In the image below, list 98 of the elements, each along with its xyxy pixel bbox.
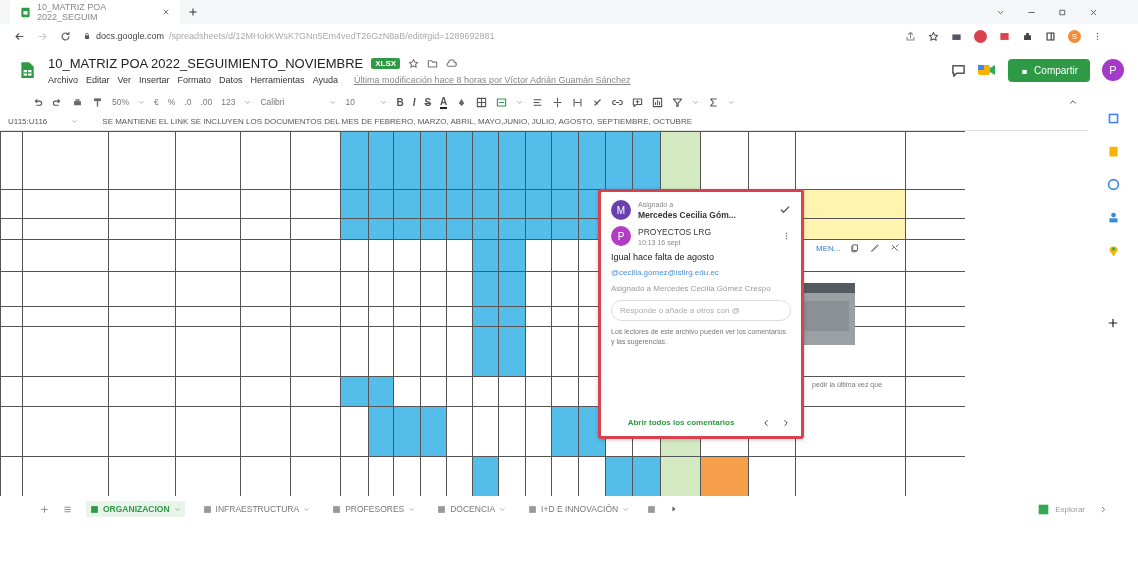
- borders-icon[interactable]: [476, 96, 488, 108]
- menu-item[interactable]: Editar: [86, 74, 110, 85]
- assignment-note: Asignado a Mercedes Cecilia Gómez Crespo: [611, 283, 772, 295]
- wrap-icon[interactable]: [572, 96, 584, 108]
- meet-icon[interactable]: [978, 63, 997, 77]
- address-field[interactable]: docs.google.com /spreadsheets/d/12MHokKWsK7GNn5Em4vedT26GzN8aB/edit#gid=1289692881: [83, 31, 893, 41]
- share-icon[interactable]: [905, 30, 916, 42]
- cell-reference[interactable]: U115:U116: [8, 116, 48, 126]
- share-button[interactable]: Compartir: [1008, 58, 1090, 82]
- sheet-tab[interactable]: ORGANIZACION: [86, 501, 185, 517]
- italic-button[interactable]: I: [412, 96, 416, 108]
- sheet-tab[interactable]: INFRAESTRUCTURA: [198, 501, 315, 517]
- folder-icon[interactable]: [427, 57, 439, 69]
- comment-text: Igual hace falta de agosto: [611, 252, 716, 262]
- menu-item[interactable]: Formato: [177, 74, 212, 85]
- close-icon[interactable]: [162, 8, 170, 16]
- sidebar-icon[interactable]: [1045, 30, 1056, 42]
- sheet-tab[interactable]: I+D E INNOVACIÓN: [524, 501, 634, 517]
- browser-tab[interactable]: 10_MATRIZ POA 2022_SEGUIM: [10, 0, 180, 26]
- link-chip[interactable]: MEN...: [816, 243, 841, 253]
- chart-icon[interactable]: [652, 96, 664, 108]
- sheet-icon[interactable]: [647, 504, 657, 514]
- sheet-icon[interactable]: [90, 504, 99, 514]
- copy-icon[interactable]: [850, 243, 861, 253]
- undo-icon[interactable]: [32, 96, 43, 108]
- author-name: PROYECTOS LRG: [638, 226, 713, 237]
- redo-icon[interactable]: [52, 96, 63, 108]
- align-icon[interactable]: [532, 96, 544, 108]
- strikethrough-button[interactable]: S: [424, 96, 432, 108]
- filter-icon[interactable]: [672, 96, 684, 108]
- sheet-icon[interactable]: [202, 504, 212, 514]
- check-icon[interactable]: [779, 204, 791, 216]
- sheets-icon[interactable]: [20, 6, 31, 18]
- rotate-icon[interactable]: [592, 96, 604, 108]
- sum-icon[interactable]: [708, 96, 720, 108]
- sheet-icon[interactable]: [332, 504, 342, 514]
- vertical-align-icon[interactable]: [552, 96, 564, 108]
- reply-field[interactable]: Responde o añade a otros con @: [611, 300, 791, 322]
- assignee-avatar: M: [611, 200, 631, 220]
- close-icon[interactable]: [1089, 7, 1098, 17]
- cloud-icon[interactable]: [446, 57, 458, 69]
- sheet-icon[interactable]: [437, 504, 447, 514]
- maximize-icon[interactable]: [1058, 7, 1067, 17]
- next-icon[interactable]: [781, 417, 791, 428]
- currency-button[interactable]: €: [154, 97, 159, 107]
- author-avatar: P: [611, 226, 631, 246]
- tasks-icon[interactable]: [1106, 178, 1120, 191]
- zoom-select[interactable]: 50%: [112, 97, 129, 107]
- explore-button[interactable]: Explorar: [1038, 503, 1085, 515]
- account-avatar[interactable]: P: [1102, 59, 1124, 81]
- number-format-select[interactable]: 123: [221, 97, 236, 107]
- sheet-icon[interactable]: [528, 504, 538, 514]
- comment-icon[interactable]: [632, 96, 644, 108]
- open-all-comments-link[interactable]: Abrir todos los comentarios: [611, 417, 751, 428]
- font-size-select[interactable]: 10: [345, 97, 372, 107]
- previous-icon[interactable]: [761, 417, 771, 428]
- formula-content[interactable]: SE MANTIENE EL LINK SE INCLUYEN LOS DOCUMENTOS DEL MES DE FEBRERO, MARZO, ABRIL, MAYO,JUNIO, JULIO, AGOSTO, SEPTIEMBRE, OCTUBRE: [102, 116, 693, 126]
- document-title[interactable]: 10_MATRIZ POA 2022_SEGUIMIENTO_NOVIEMBRE: [48, 55, 364, 71]
- menu-item[interactable]: Archivo: [48, 74, 78, 85]
- add-sheet-icon[interactable]: [40, 504, 49, 514]
- text-color-button[interactable]: A: [440, 95, 448, 109]
- menu-item[interactable]: Herramientas: [250, 74, 305, 85]
- sheet-tab[interactable]: DOCENCIA: [433, 501, 511, 517]
- mention-link[interactable]: @cecilia.gomez@istlrg.edu.ec: [611, 268, 791, 277]
- percent-button[interactable]: %: [167, 97, 176, 107]
- increase-decimals-button[interactable]: .00: [200, 97, 213, 107]
- star-icon[interactable]: [408, 57, 420, 69]
- assignee-name: Mercedes Cecilia Góm...: [638, 209, 737, 220]
- unlink-icon[interactable]: [890, 243, 901, 253]
- paint-format-icon[interactable]: [92, 96, 103, 108]
- sheet-list-icon[interactable]: [63, 504, 72, 514]
- menu-item[interactable]: Datos: [219, 74, 243, 85]
- merge-cells-icon[interactable]: [496, 96, 508, 108]
- star-icon[interactable]: [928, 30, 939, 42]
- comment-history-icon[interactable]: [951, 62, 967, 78]
- font-select[interactable]: Calibri: [260, 97, 321, 107]
- plus-icon[interactable]: [188, 7, 198, 17]
- last-edit-link[interactable]: Última modificación hace 8 horas por Víctor Adrián Guamán Sánchez: [354, 74, 631, 85]
- collapse-icon[interactable]: [1068, 97, 1078, 107]
- calendar-icon[interactable]: [1106, 112, 1120, 125]
- file-type-badge: XLSX: [371, 57, 401, 69]
- back-icon[interactable]: [14, 30, 25, 42]
- reload-icon[interactable]: [60, 30, 71, 42]
- side-panel-toggle-icon[interactable]: [1099, 504, 1108, 514]
- contacts-icon[interactable]: [1106, 211, 1120, 224]
- explore-icon[interactable]: [1038, 503, 1050, 515]
- sheet-tab[interactable]: PROFESORES: [328, 501, 420, 517]
- decrease-decimals-button[interactable]: .0: [184, 97, 192, 107]
- print-icon[interactable]: [72, 96, 83, 108]
- edit-icon[interactable]: [870, 243, 881, 253]
- menu-item[interactable]: Insertar: [139, 74, 170, 85]
- plus-icon[interactable]: [1107, 317, 1119, 329]
- extension-icon[interactable]: [974, 29, 987, 43]
- caret-icon[interactable]: [138, 98, 145, 106]
- menu-item[interactable]: Ayuda: [312, 74, 338, 85]
- map-pin-icon[interactable]: [1106, 244, 1120, 257]
- bold-button[interactable]: B: [396, 96, 404, 108]
- menu-item[interactable]: Ver: [117, 74, 132, 85]
